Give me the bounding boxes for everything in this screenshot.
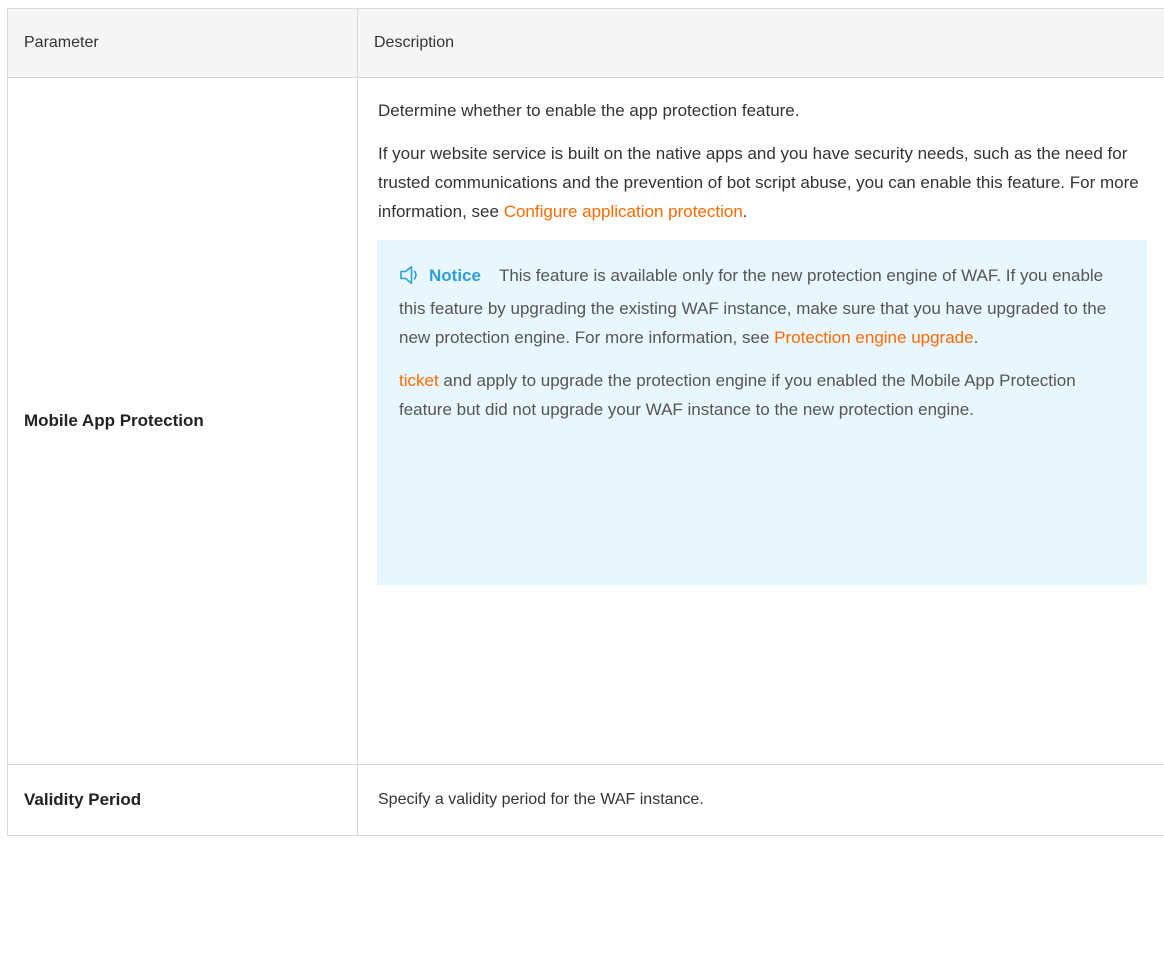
ticket-link[interactable]: ticket bbox=[399, 371, 439, 390]
description-column-header: Description bbox=[357, 8, 1164, 78]
description-cell: Determine whether to enable the app prot… bbox=[357, 77, 1164, 765]
table-row: Mobile App Protection Determine whether … bbox=[7, 77, 1164, 765]
parameter-name: Mobile App Protection bbox=[7, 77, 358, 765]
notice-text: This feature is available only for the n… bbox=[399, 266, 1107, 347]
parameter-name: Validity Period bbox=[7, 764, 358, 836]
notice-title: Notice bbox=[429, 266, 481, 285]
detail-end: . bbox=[742, 202, 748, 221]
parameter-column-header: Parameter bbox=[7, 8, 358, 78]
table-header-row: Parameter Description bbox=[7, 8, 1164, 78]
detail-text: If your website service is built on the … bbox=[378, 144, 1139, 221]
description-intro: Determine whether to enable the app prot… bbox=[378, 101, 800, 120]
configure-application-protection-link[interactable]: Configure application protection bbox=[504, 202, 743, 221]
table-row: Validity Period Specify a validity perio… bbox=[7, 764, 1164, 836]
ticket-text: and apply to upgrade the protection engi… bbox=[399, 371, 1076, 419]
protection-engine-upgrade-link[interactable]: Protection engine upgrade bbox=[774, 328, 973, 347]
ticket-paragraph: ticket and apply to upgrade the protecti… bbox=[399, 366, 1123, 424]
description-detail: If your website service is built on the … bbox=[378, 139, 1147, 226]
speaker-icon bbox=[399, 265, 421, 294]
parameter-table: Parameter Description Mobile App Protect… bbox=[7, 8, 1164, 836]
description-cell: Specify a validity period for the WAF in… bbox=[357, 764, 1164, 836]
notice-box: Notice This feature is available only for… bbox=[377, 240, 1147, 585]
notice-text-end: . bbox=[973, 328, 979, 347]
notice-paragraph: Notice This feature is available only for… bbox=[399, 261, 1123, 352]
